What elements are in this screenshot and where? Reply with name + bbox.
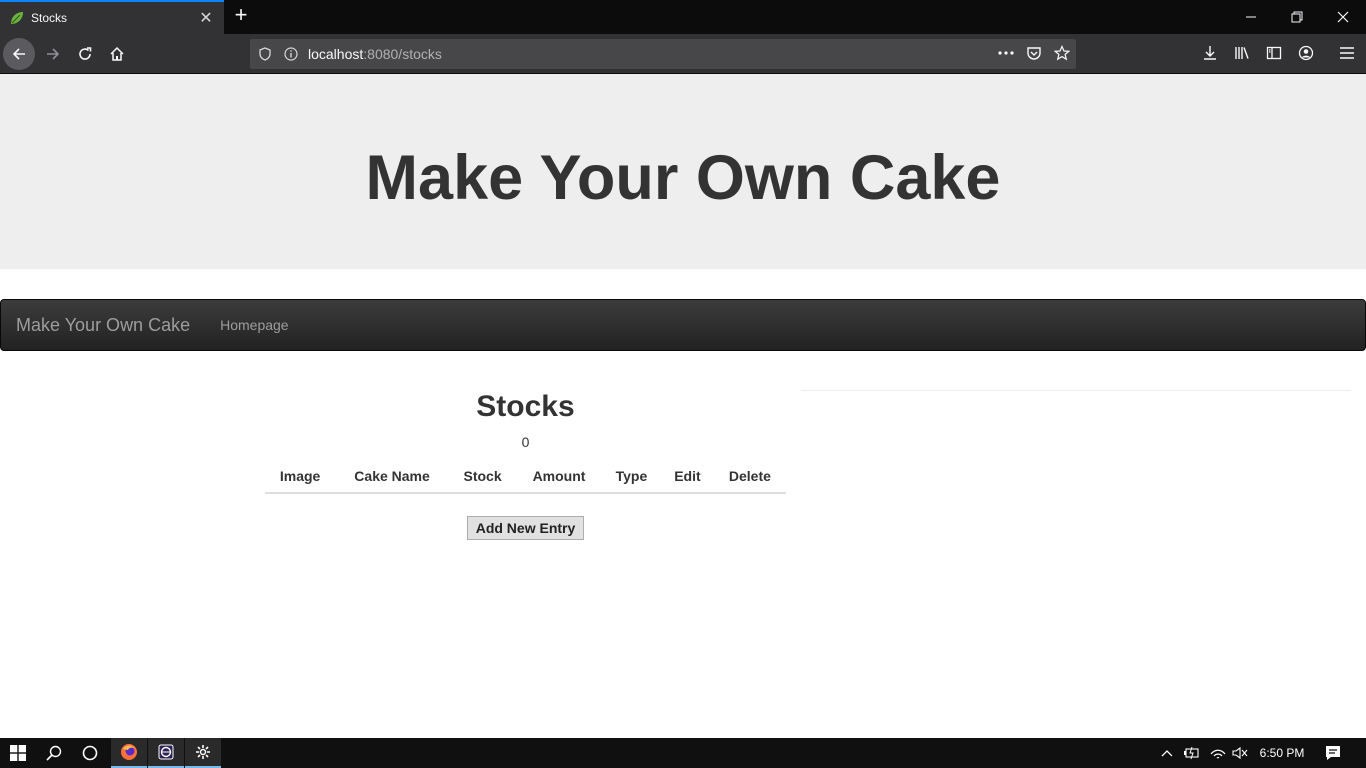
cortana-icon[interactable] [72, 738, 108, 768]
url-host: localhost [308, 46, 364, 62]
start-windows-icon[interactable] [0, 738, 36, 768]
browser-toolbar: localhost:8080/stocks [0, 34, 1366, 74]
column-header-delete: Delete [713, 460, 786, 494]
restore-icon[interactable] [1274, 0, 1320, 34]
settings-gear-icon[interactable] [185, 738, 221, 768]
column-header-type: Type [601, 460, 662, 494]
browser-tabbar: Stocks ✕ + [0, 0, 1366, 34]
home-button[interactable] [101, 38, 133, 70]
table-header-row: Image Cake Name Stock Amount Type Edit D… [265, 460, 786, 494]
minimize-icon[interactable] [1228, 0, 1274, 34]
site-navbar: Make Your Own Cake Homepage [0, 299, 1366, 351]
close-window-icon[interactable] [1320, 0, 1366, 34]
stocks-table: Image Cake Name Stock Amount Type Edit D… [265, 460, 786, 494]
firefox-icon[interactable] [111, 738, 147, 768]
navbar-brand[interactable]: Make Your Own Cake [16, 315, 190, 336]
menu-icon[interactable] [1337, 43, 1357, 63]
column-header-amount: Amount [516, 460, 602, 494]
browser-tab[interactable]: Stocks ✕ [0, 0, 224, 34]
column-header-stock: Stock [448, 460, 517, 494]
column-header-edit: Edit [661, 460, 714, 494]
taskbar: 6:50 PM [0, 738, 1366, 768]
taskbar-clock[interactable]: 6:50 PM [1258, 738, 1306, 768]
column-header-image: Image [265, 460, 336, 494]
page-actions-icon[interactable] [996, 43, 1016, 63]
tab-title: Stocks [31, 11, 68, 25]
spring-leaf-icon [11, 12, 23, 24]
shield-icon[interactable] [258, 47, 272, 61]
stocks-section: Stocks 0 Image Cake Name Stock Amount Ty… [265, 384, 786, 540]
divider [801, 390, 1351, 391]
bookmark-star-icon[interactable] [1052, 43, 1072, 63]
jumbotron-title: Make Your Own Cake [365, 142, 1001, 213]
stock-count: 0 [521, 434, 530, 450]
add-new-entry-button[interactable]: Add New Entry [466, 516, 585, 540]
volume-muted-icon[interactable] [1230, 738, 1250, 768]
search-icon[interactable] [36, 738, 72, 768]
url-path: :8080/stocks [363, 46, 442, 62]
url-bar[interactable]: localhost:8080/stocks [250, 39, 1076, 69]
page-title: Stocks [476, 390, 575, 423]
show-hidden-icons-chevron-up-icon[interactable] [1158, 738, 1176, 768]
eclipse-ide-icon[interactable] [148, 738, 184, 768]
wifi-icon[interactable] [1208, 738, 1228, 768]
web-page: Make Your Own Cake Make Your Own Cake Ho… [0, 74, 1366, 738]
reload-button[interactable] [69, 38, 101, 70]
jumbotron: Make Your Own Cake [0, 74, 1366, 269]
url-text[interactable]: localhost:8080/stocks [308, 46, 442, 62]
pocket-icon[interactable] [1024, 43, 1044, 63]
forward-button[interactable] [37, 38, 69, 70]
account-icon[interactable] [1296, 43, 1316, 63]
info-icon[interactable] [284, 47, 298, 61]
nav-link-homepage[interactable]: Homepage [220, 317, 289, 333]
downloads-icon[interactable] [1200, 43, 1220, 63]
battery-icon[interactable] [1182, 738, 1202, 768]
sidebar-icon[interactable] [1264, 43, 1284, 63]
back-button[interactable] [3, 38, 35, 70]
new-tab-icon[interactable]: + [229, 4, 253, 28]
notifications-icon[interactable] [1323, 738, 1343, 768]
tab-close-icon[interactable]: ✕ [196, 8, 216, 28]
library-icon[interactable] [1232, 43, 1252, 63]
column-header-cake-name: Cake Name [335, 460, 449, 494]
